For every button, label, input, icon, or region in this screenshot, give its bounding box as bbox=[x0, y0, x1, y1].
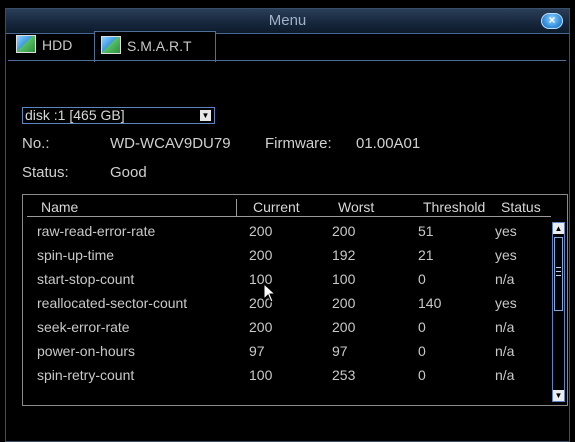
column-header-current[interactable]: Current bbox=[253, 199, 300, 215]
cell-status: n/a bbox=[495, 343, 515, 359]
scroll-down-button[interactable]: ▼ bbox=[553, 390, 564, 401]
column-header-status[interactable]: Status bbox=[501, 199, 541, 215]
cell-current: 97 bbox=[249, 343, 265, 359]
status-label: Status: bbox=[22, 164, 69, 181]
table-row[interactable]: spin-up-time 200 192 21 yes bbox=[27, 245, 551, 269]
tab-smart[interactable]: S.M.A.R.T bbox=[94, 31, 216, 62]
cell-threshold: 0 bbox=[418, 343, 426, 359]
table-row[interactable]: seek-error-rate 200 200 0 n/a bbox=[27, 317, 551, 341]
tab-label: HDD bbox=[42, 37, 73, 53]
cell-threshold: 140 bbox=[418, 295, 442, 311]
firmware-label: Firmware: bbox=[265, 135, 332, 152]
chevron-up-icon: ▲ bbox=[554, 224, 563, 233]
cell-threshold: 21 bbox=[418, 247, 434, 263]
cell-status: yes bbox=[495, 223, 517, 239]
cell-name: spin-up-time bbox=[37, 247, 115, 263]
cell-name: start-stop-count bbox=[37, 271, 135, 287]
cell-name: power-on-hours bbox=[37, 343, 136, 359]
table-row[interactable]: spin-retry-count 100 253 0 n/a bbox=[27, 365, 551, 389]
table-row[interactable]: start-stop-count 100 100 0 n/a bbox=[27, 269, 551, 293]
cell-status: n/a bbox=[495, 367, 515, 383]
cell-current: 100 bbox=[249, 367, 273, 383]
cell-worst: 200 bbox=[332, 223, 356, 239]
serial-value: WD-WCAV9DU79 bbox=[110, 135, 231, 152]
cell-worst: 100 bbox=[332, 271, 356, 287]
cell-worst: 253 bbox=[332, 367, 356, 383]
cell-status: yes bbox=[495, 247, 517, 263]
cell-status: n/a bbox=[495, 319, 515, 335]
cell-worst: 200 bbox=[332, 319, 356, 335]
table-header: Name Current Worst Threshold Status bbox=[27, 199, 551, 217]
chevron-down-icon: ▼ bbox=[554, 391, 563, 400]
close-button[interactable]: × bbox=[541, 13, 563, 29]
smart-table: Name Current Worst Threshold Status raw-… bbox=[22, 194, 568, 406]
tab-hdd[interactable]: HDD bbox=[10, 31, 92, 59]
cell-current: 200 bbox=[249, 223, 273, 239]
disk-icon bbox=[16, 35, 36, 53]
window-title: Menu bbox=[268, 12, 307, 29]
cell-worst: 192 bbox=[332, 247, 356, 263]
disk-icon bbox=[101, 36, 121, 54]
status-value: Good bbox=[110, 164, 147, 181]
tab-label: S.M.A.R.T bbox=[127, 38, 192, 54]
disk-select-value: disk :1 [465 GB] bbox=[25, 107, 125, 123]
disk-select[interactable]: disk :1 [465 GB] ▼ bbox=[22, 107, 215, 124]
cell-worst: 200 bbox=[332, 295, 356, 311]
grip-line bbox=[556, 271, 561, 272]
cell-threshold: 0 bbox=[418, 319, 426, 335]
cell-name: seek-error-rate bbox=[37, 319, 130, 335]
table-row[interactable]: power-on-hours 97 97 0 n/a bbox=[27, 341, 551, 365]
grip-line bbox=[556, 267, 561, 268]
table-row[interactable]: raw-read-error-rate 200 200 51 yes bbox=[27, 221, 551, 245]
cell-current: 200 bbox=[249, 319, 273, 335]
cell-name: reallocated-sector-count bbox=[37, 295, 188, 311]
column-divider bbox=[236, 199, 237, 216]
firmware-value: 01.00A01 bbox=[356, 135, 421, 152]
cell-status: n/a bbox=[495, 271, 515, 287]
cell-current: 200 bbox=[249, 247, 273, 263]
grip-line bbox=[556, 275, 561, 276]
scroll-thumb[interactable] bbox=[554, 237, 563, 311]
column-header-worst[interactable]: Worst bbox=[338, 199, 374, 215]
column-header-threshold[interactable]: Threshold bbox=[423, 199, 485, 215]
cell-name: spin-retry-count bbox=[37, 367, 135, 383]
cell-threshold: 0 bbox=[418, 271, 426, 287]
cell-threshold: 51 bbox=[418, 223, 434, 239]
column-header-name[interactable]: Name bbox=[41, 199, 78, 215]
cell-name: raw-read-error-rate bbox=[37, 223, 156, 239]
serial-label: No.: bbox=[22, 135, 50, 152]
table-row[interactable]: reallocated-sector-count 200 200 140 yes bbox=[27, 293, 551, 317]
scroll-up-button[interactable]: ▲ bbox=[553, 223, 564, 234]
cell-worst: 97 bbox=[332, 343, 348, 359]
cell-threshold: 0 bbox=[418, 367, 426, 383]
chevron-down-icon[interactable]: ▼ bbox=[200, 110, 211, 121]
table-scrollbar[interactable]: ▲ ▼ bbox=[552, 222, 565, 402]
mouse-cursor-icon bbox=[263, 283, 277, 303]
close-icon: × bbox=[548, 13, 556, 27]
cell-status: yes bbox=[495, 295, 517, 311]
tab-divider bbox=[8, 60, 566, 61]
